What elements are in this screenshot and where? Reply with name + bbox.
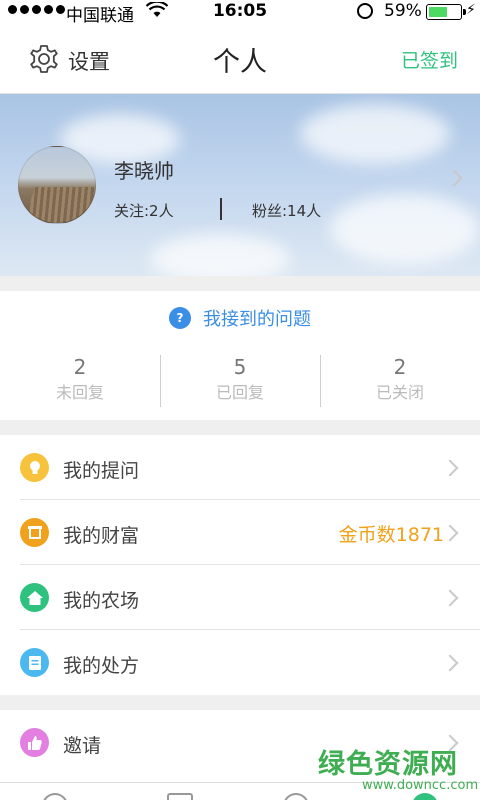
charging-icon: ⚡ <box>466 2 476 18</box>
stat-label: 已回复 <box>215 383 264 402</box>
stat-closed[interactable]: 2 已关闭 <box>320 353 480 407</box>
menu-item-my-wealth[interactable]: 我的财富 金币数1871 <box>0 500 480 565</box>
stat-value: 2 <box>393 355 407 379</box>
stat-unanswered[interactable]: 2 未回复 <box>0 353 160 407</box>
menu-item-label: 邀请 <box>63 735 102 757</box>
stat-answered[interactable]: 5 已回复 <box>160 353 320 407</box>
profile-card[interactable]: 李晓帅 关注:2人 粉丝:14人 <box>0 94 480 276</box>
status-bar: 中国联通 16:05 59% ⚡ <box>0 0 480 26</box>
thumbs-up-icon <box>20 728 49 757</box>
chevron-right-icon <box>441 459 459 477</box>
menu-list: 我的提问 我的财富 金币数1871 我的农场 我的处方 <box>0 435 480 695</box>
menu-item-label: 我的农场 <box>63 590 140 612</box>
menu-item-label: 我的提问 <box>63 460 140 482</box>
battery-icon <box>426 4 466 20</box>
document-icon <box>20 648 49 677</box>
question-stats: 2 未回复 5 已回复 2 已关闭 <box>0 353 480 407</box>
received-questions-title: 我接到的问题 <box>203 309 311 330</box>
cloud-decoration <box>300 104 450 164</box>
watermark-url: www.downcc.com <box>362 778 479 793</box>
chevron-right-icon <box>445 169 463 187</box>
stat-value: 5 <box>233 355 247 379</box>
tab-icon[interactable] <box>283 793 309 800</box>
checkin-button[interactable]: 已签到 <box>401 46 458 73</box>
tab-icon[interactable] <box>167 793 193 800</box>
cloud-decoration <box>150 234 290 276</box>
nav-bar: 设置 个人 已签到 <box>0 24 480 94</box>
wealth-icon <box>20 518 49 547</box>
stat-label: 未回复 <box>55 383 104 402</box>
watermark: 绿色资源网 www.downcc.com <box>310 740 480 800</box>
avatar[interactable] <box>18 146 96 224</box>
received-questions-panel: ? 我接到的问题 2 未回复 5 已回复 2 已关闭 <box>0 291 480 420</box>
chevron-right-icon <box>441 654 459 672</box>
cloud-decoration <box>330 194 480 264</box>
rotation-lock-icon <box>357 3 373 19</box>
menu-item-my-prescription[interactable]: 我的处方 <box>0 630 480 695</box>
question-icon: ? <box>169 307 191 329</box>
received-questions-header[interactable]: ? 我接到的问题 <box>0 305 480 331</box>
battery-percent: 59% <box>384 1 422 21</box>
chevron-right-icon <box>441 589 459 607</box>
tab-icon[interactable] <box>42 793 68 800</box>
menu-item-my-farm[interactable]: 我的农场 <box>0 565 480 630</box>
home-icon <box>20 583 49 612</box>
following-count[interactable]: 关注:2人 <box>114 200 174 221</box>
watermark-title: 绿色资源网 <box>318 749 458 780</box>
chevron-right-icon <box>441 524 459 542</box>
fans-count[interactable]: 粉丝:14人 <box>252 200 321 221</box>
lightbulb-icon <box>20 453 49 482</box>
coin-count: 金币数1871 <box>338 524 444 546</box>
menu-item-label: 我的处方 <box>63 655 140 677</box>
menu-item-label: 我的财富 <box>63 525 140 547</box>
stat-value: 2 <box>73 355 87 379</box>
stat-label: 已关闭 <box>375 383 424 402</box>
user-name: 李晓帅 <box>114 159 174 183</box>
menu-item-my-questions[interactable]: 我的提问 <box>0 435 480 500</box>
divider <box>220 198 222 220</box>
